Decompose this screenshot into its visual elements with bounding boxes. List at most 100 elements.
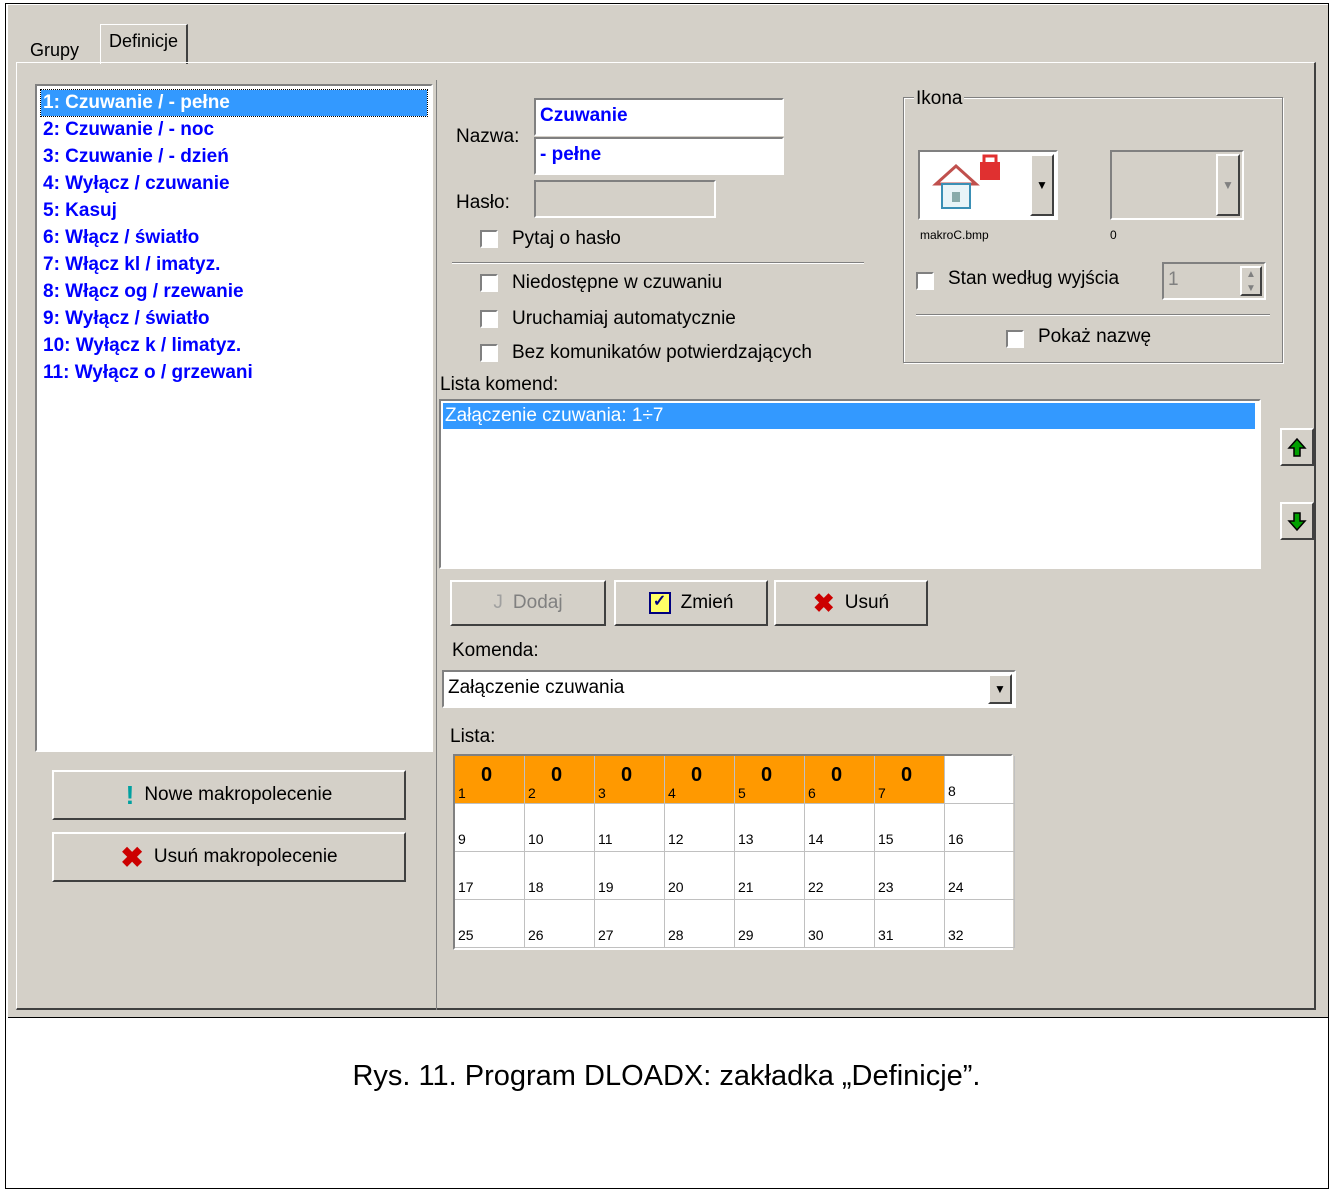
command-list[interactable]: Załączenie czuwania: 1÷7: [439, 399, 1261, 569]
partition-grid[interactable]: 1 0 2 0 3 0 4 0 5 0 6 0 7 0 8 9 10 11 12 13 14 15 16 17 18 19 20 21…: [453, 754, 1015, 950]
macro-item[interactable]: 7: Włącz kl / imatyz.: [41, 252, 220, 278]
partition-mark: 0: [481, 764, 493, 786]
tab-grupy[interactable]: Grupy: [22, 34, 87, 62]
partition-number: 26: [528, 927, 544, 943]
macro-item[interactable]: 11: Wyłącz o / grzewani: [41, 360, 253, 386]
partition-mark: 0: [551, 764, 563, 786]
partition-cell[interactable]: 17: [455, 852, 525, 900]
macro-item[interactable]: 3: Czuwanie / - dzień: [41, 144, 229, 170]
partition-number: 13: [738, 831, 754, 847]
macro-item[interactable]: 8: Włącz og / rzewanie: [41, 279, 244, 305]
password-field[interactable]: [534, 180, 716, 218]
command-list-label: Lista komend:: [440, 374, 559, 395]
partition-cell[interactable]: 24: [945, 852, 1015, 900]
partition-mark: 0: [901, 764, 913, 786]
partition-number: 15: [878, 831, 894, 847]
icon-dropdown-arrow[interactable]: ▼: [1030, 154, 1054, 216]
macro-list[interactable]: 1: Czuwanie / - pełne 2: Czuwanie / - no…: [35, 84, 433, 752]
partition-cell[interactable]: 70: [875, 756, 945, 804]
add-icon: J: [493, 592, 503, 613]
run-auto-label: Uruchamiaj automatycznie: [512, 308, 736, 329]
partition-cell[interactable]: 18: [525, 852, 595, 900]
name-line1-field[interactable]: Czuwanie: [534, 98, 784, 136]
macro-item[interactable]: 5: Kasuj: [41, 198, 117, 224]
command-list-item[interactable]: Załączenie czuwania: 1÷7: [443, 403, 1255, 429]
partition-mark: 0: [761, 764, 773, 786]
icon-picker-1[interactable]: ▼: [918, 150, 1058, 220]
tab-definicje[interactable]: Definicje: [100, 24, 189, 64]
password-label: Hasło:: [456, 192, 510, 213]
partition-cell[interactable]: 9: [455, 804, 525, 852]
move-down-button[interactable]: [1280, 502, 1314, 540]
partition-cell[interactable]: 29: [735, 900, 805, 948]
name-label: Nazwa:: [456, 126, 520, 147]
macro-item[interactable]: 10: Wyłącz k / limatyz.: [41, 333, 241, 359]
no-confirm-checkbox[interactable]: [480, 344, 498, 362]
delete-command-button[interactable]: ✖ Usuń: [774, 580, 928, 626]
partition-cell[interactable]: 30: [805, 900, 875, 948]
icon-separator: [916, 314, 1270, 316]
partition-cell[interactable]: 16: [945, 804, 1015, 852]
macro-item[interactable]: 6: Włącz / światło: [41, 225, 199, 251]
partition-cell[interactable]: 10: [525, 804, 595, 852]
partition-number: 14: [808, 831, 824, 847]
show-name-checkbox[interactable]: [1006, 330, 1024, 348]
partition-cell[interactable]: 23: [875, 852, 945, 900]
partition-cell[interactable]: 40: [665, 756, 735, 804]
partition-number: 32: [948, 927, 964, 943]
partition-cell[interactable]: 19: [595, 852, 665, 900]
ask-password-checkbox[interactable]: [480, 230, 498, 248]
partition-cell[interactable]: 20: [525, 756, 595, 804]
macro-item[interactable]: 2: Czuwanie / - noc: [41, 117, 214, 143]
macro-item[interactable]: 4: Wyłącz / czuwanie: [41, 171, 230, 197]
partition-cell[interactable]: 27: [595, 900, 665, 948]
house-lock-icon: [932, 154, 1000, 209]
partition-cell[interactable]: 11: [595, 804, 665, 852]
partition-number: 31: [878, 927, 894, 943]
icon-picker-2[interactable]: ▼: [1110, 150, 1244, 220]
move-up-button[interactable]: [1280, 428, 1314, 466]
state-by-output-checkbox[interactable]: [916, 272, 934, 290]
change-label: Zmień: [680, 592, 734, 613]
partition-cell[interactable]: 60: [805, 756, 875, 804]
output-value: 1: [1168, 269, 1179, 290]
partition-cell[interactable]: 10: [455, 756, 525, 804]
partition-cell[interactable]: 21: [735, 852, 805, 900]
partition-number: 23: [878, 879, 894, 895]
partition-mark: 0: [831, 764, 843, 786]
spinner-arrows-icon[interactable]: ▲ ▼: [1240, 266, 1262, 296]
partition-cell[interactable]: 26: [525, 900, 595, 948]
delete-macro-button[interactable]: ✖ Usuń makropolecenie: [52, 832, 406, 882]
partition-cell[interactable]: 20: [665, 852, 735, 900]
icon2-dropdown-arrow[interactable]: ▼: [1216, 154, 1240, 216]
partition-cell[interactable]: 22: [805, 852, 875, 900]
partition-cell[interactable]: 32: [945, 900, 1015, 948]
partition-number: 11: [598, 831, 613, 847]
separator: [452, 262, 864, 264]
partition-cell[interactable]: 50: [735, 756, 805, 804]
show-name-label: Pokaż nazwę: [1038, 326, 1152, 347]
unavailable-armed-checkbox[interactable]: [480, 274, 498, 292]
command-select[interactable]: Załączenie czuwania ▼: [442, 670, 1016, 708]
change-command-button[interactable]: ✓ Zmień: [614, 580, 768, 626]
partition-cell[interactable]: 13: [735, 804, 805, 852]
name-line2-field[interactable]: - pełne: [534, 137, 784, 175]
partition-cell[interactable]: 12: [665, 804, 735, 852]
icon2-file-label: 0: [1110, 228, 1117, 242]
partition-number: 19: [598, 879, 614, 895]
partition-cell[interactable]: 31: [875, 900, 945, 948]
add-command-button[interactable]: J Dodaj: [450, 580, 606, 626]
partition-cell[interactable]: 28: [665, 900, 735, 948]
macro-item[interactable]: 1: Czuwanie / - pełne: [40, 89, 428, 117]
run-auto-checkbox[interactable]: [480, 310, 498, 328]
macro-item[interactable]: 9: Wyłącz / światło: [41, 306, 209, 332]
partition-cell[interactable]: 15: [875, 804, 945, 852]
partition-cell[interactable]: 8: [945, 756, 1015, 804]
partition-cell[interactable]: 14: [805, 804, 875, 852]
new-macro-label: Nowe makropolecenie: [144, 784, 333, 805]
chevron-down-icon[interactable]: ▼: [988, 674, 1012, 704]
new-macro-button[interactable]: ! Nowe makropolecenie: [52, 770, 406, 820]
partition-cell[interactable]: 30: [595, 756, 665, 804]
output-spinner[interactable]: 1 ▲ ▼: [1162, 262, 1266, 300]
partition-cell[interactable]: 25: [455, 900, 525, 948]
